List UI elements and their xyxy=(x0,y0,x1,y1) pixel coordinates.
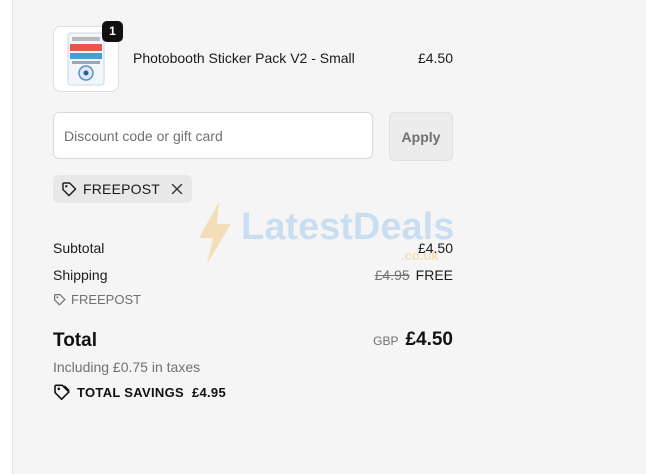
savings-amount: £4.95 xyxy=(191,384,226,400)
tag-icon xyxy=(53,293,66,306)
savings-tag-icon xyxy=(53,383,71,401)
lightning-bolt-icon xyxy=(199,202,231,264)
apply-discount-button[interactable]: Apply xyxy=(389,112,453,161)
total-amount: £4.50 xyxy=(405,329,453,350)
remove-code-close-icon[interactable] xyxy=(170,182,184,196)
order-summary-panel: 1 Photobooth Sticker Pack V2 - Small £4.… xyxy=(13,0,646,474)
shipping-original-price: £4.95 xyxy=(374,267,410,283)
shipping-discount-code: FREEPOST xyxy=(53,292,141,307)
currency-code: GBP xyxy=(373,334,399,348)
tag-icon xyxy=(61,181,77,197)
savings-label: TOTAL SAVINGS xyxy=(77,384,184,400)
shipping-label: Shipping xyxy=(53,267,108,283)
watermark: LatestDeals .co.uk xyxy=(193,200,454,271)
applied-discount-chip: FREEPOST xyxy=(53,175,193,203)
subtotal-label: Subtotal xyxy=(53,240,105,256)
shipping-price: FREE xyxy=(415,267,453,283)
shipping-code-label: FREEPOST xyxy=(71,292,142,307)
product-price: £4.50 xyxy=(417,50,453,66)
total-amount-group: GBP £4.50 xyxy=(373,329,453,351)
subtotal-value: £4.50 xyxy=(417,240,453,256)
shipping-values: £4.95 FREE xyxy=(375,267,453,283)
applied-code-label: FREEPOST xyxy=(83,181,161,197)
discount-code-input[interactable] xyxy=(53,112,373,159)
total-savings: TOTAL SAVINGS £4.95 xyxy=(53,383,226,401)
total-label: Total xyxy=(53,330,97,351)
product-name: Photobooth Sticker Pack V2 - Small xyxy=(133,50,355,66)
quantity-badge: 1 xyxy=(102,21,123,42)
left-column-edge xyxy=(0,0,13,474)
taxes-note: Including £0.75 in taxes xyxy=(53,359,201,375)
